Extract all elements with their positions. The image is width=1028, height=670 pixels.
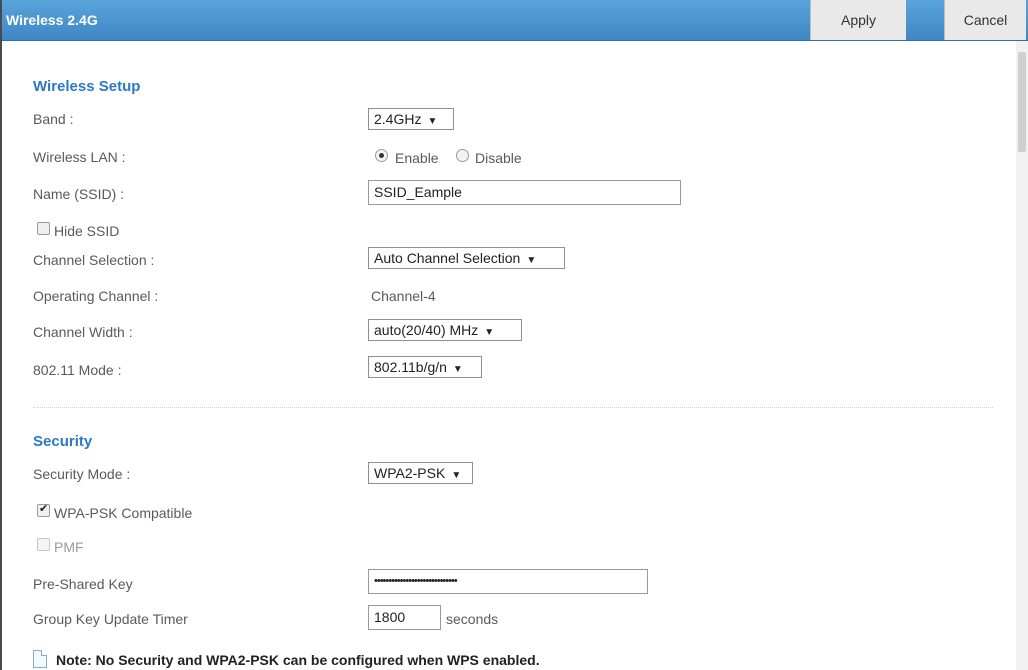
wpa-psk-compatible-checkbox[interactable] [37, 502, 50, 517]
channel-width-select[interactable]: auto(20/40) MHz ▼ [368, 319, 522, 341]
dropdown-arrow-icon: ▼ [451, 470, 462, 481]
mode-select[interactable]: 802.11b/g/n ▼ [368, 356, 482, 378]
scrollbar-thumb[interactable] [1018, 52, 1026, 152]
section-divider [33, 407, 993, 408]
pre-shared-key-input[interactable]: ••••••••••••••••••••••••••••• [368, 569, 648, 594]
disable-radio[interactable] [456, 149, 469, 162]
group-key-timer-unit: seconds [446, 611, 499, 627]
channel-width-value: auto(20/40) MHz [374, 322, 479, 338]
dropdown-arrow-icon: ▼ [427, 116, 438, 127]
dropdown-arrow-icon: ▼ [452, 364, 463, 375]
channel-width-label: Channel Width : [33, 324, 133, 340]
security-mode-value: WPA2-PSK [374, 465, 446, 481]
document-icon [33, 650, 47, 668]
note-text: Note: No Security and WPA2-PSK can be co… [56, 652, 540, 668]
wireless-lan-label: Wireless LAN : [33, 149, 126, 165]
operating-channel-value: Channel-4 [371, 288, 436, 304]
band-select[interactable]: 2.4GHz ▼ [368, 108, 454, 130]
wireless-setup-title: Wireless Setup [33, 78, 141, 95]
apply-button[interactable]: Apply [810, 0, 906, 40]
wpa-psk-compatible-label: WPA-PSK Compatible [54, 505, 193, 521]
security-mode-select[interactable]: WPA2-PSK ▼ [368, 462, 473, 484]
mode-select-value: 802.11b/g/n [374, 359, 447, 375]
mode-label: 802.11 Mode : [33, 362, 122, 378]
group-key-timer-input[interactable]: 1800 [368, 605, 441, 630]
dropdown-arrow-icon: ▼ [526, 255, 537, 266]
ssid-label: Name (SSID) : [33, 186, 125, 202]
operating-channel-label: Operating Channel : [33, 288, 159, 304]
security-title: Security [33, 433, 93, 450]
dropdown-arrow-icon: ▼ [484, 327, 495, 338]
pre-shared-key-label: Pre-Shared Key [33, 576, 133, 592]
pmf-label: PMF [54, 539, 84, 555]
channel-selection-select[interactable]: Auto Channel Selection ▼ [368, 247, 565, 269]
ssid-input[interactable]: SSID_Eample [368, 180, 681, 205]
page-title: Wireless 2.4G [6, 12, 98, 28]
hide-ssid-label: Hide SSID [54, 223, 120, 239]
pmf-checkbox[interactable] [37, 538, 50, 551]
group-key-timer-label: Group Key Update Timer [33, 611, 188, 627]
band-label: Band : [33, 111, 74, 127]
band-select-value: 2.4GHz [374, 111, 422, 127]
hide-ssid-checkbox[interactable] [37, 222, 50, 235]
enable-radio[interactable] [375, 149, 388, 162]
cancel-button[interactable]: Cancel [944, 0, 1026, 40]
channel-selection-value: Auto Channel Selection [374, 250, 521, 266]
disable-radio-label: Disable [475, 150, 522, 166]
enable-radio-label: Enable [395, 150, 439, 166]
channel-selection-label: Channel Selection : [33, 252, 155, 268]
security-mode-label: Security Mode : [33, 466, 131, 482]
header-gap [906, 0, 944, 40]
